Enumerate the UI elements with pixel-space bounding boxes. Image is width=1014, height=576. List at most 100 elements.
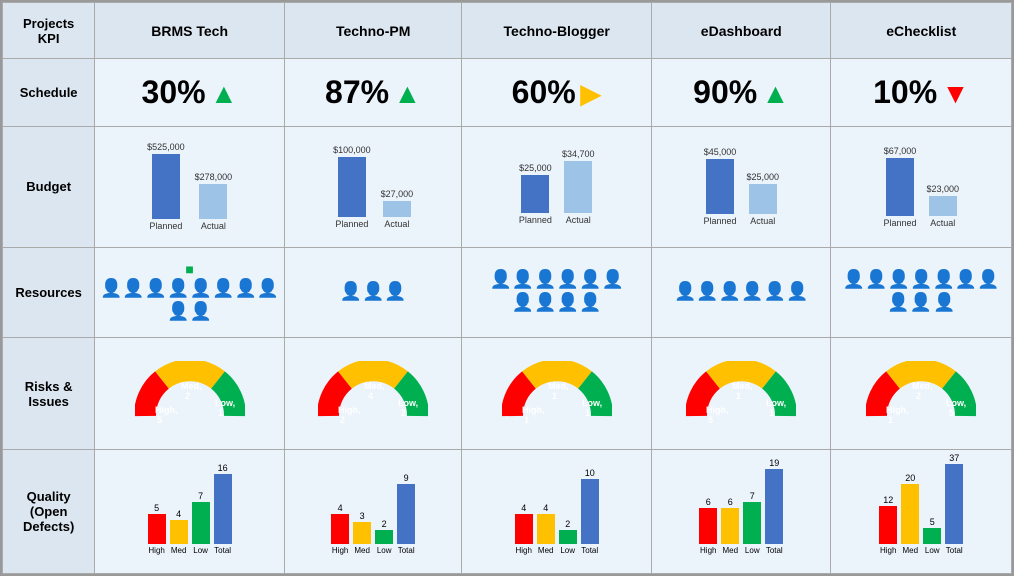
col-header-brms: BRMS Tech [95,3,285,59]
schedule-arrow-brms: ▲ [210,78,238,109]
schedule-echecklist: 10% ▼ [831,59,1012,126]
risks-label: Risks &Issues [3,337,95,449]
quality-technoblogger-high-bar [515,514,533,544]
gauge-edashboard: High, 5 Med, 1 Low, 1 [686,361,796,426]
svg-text:High,: High, [522,405,545,415]
quality-edashboard: 6 High 6 Med 7 Low 19 [652,450,831,574]
col-header-technopm: Techno-PM [284,3,461,59]
quality-technoblogger-med-bar [537,514,555,544]
budget-brms: $525,000 Planned $278,000 Actual [95,126,285,247]
budget-technoblogger-actual-bar [564,161,592,213]
svg-text:Low,: Low, [215,398,235,408]
quality-edashboard-high-bar [699,508,717,544]
svg-text:Low,: Low, [946,398,966,408]
resources-technopm: 👤👤👤 [284,248,461,338]
quality-technoblogger-total-bar [581,479,599,544]
budget-edashboard-actual-label: $25,000 [747,172,780,182]
svg-text:High,: High, [155,405,178,415]
svg-text:High,: High, [886,405,909,415]
svg-text:5: 5 [708,415,713,425]
risks-brms: High, 5 Med, 2 Low, 1 [95,337,285,449]
gauge-technopm: High, 2 Med, 4 Low, 2 [318,361,428,426]
quality-brms-low-bar [192,502,210,544]
quality-technopm-low-bar [375,530,393,544]
budget-edashboard: $45,000 Planned $25,000 Actual [652,126,831,247]
svg-text:Med,: Med, [548,381,569,391]
budget-edashboard-planned-label: $45,000 [704,147,737,157]
budget-echecklist: $67,000 Planned $23,000 Actual [831,126,1012,247]
risks-edashboard: High, 5 Med, 1 Low, 1 [652,337,831,449]
budget-technopm-planned-bar [338,157,366,217]
quality-brms: 5 High 4 Med 7 Low 16 [95,450,285,574]
resources-echecklist: 👤👤👤👤👤👤👤 👤👤 👤 [831,248,1012,338]
col-header-technoblogger: Techno-Blogger [462,3,652,59]
svg-text:High,: High, [338,405,361,415]
budget-edashboard-actual-bar [749,184,777,214]
svg-text:2: 2 [401,408,406,418]
schedule-pct-echecklist: 10% [873,74,937,110]
green-person-icon: ■ [185,261,193,277]
schedule-pct-technopm: 87% [325,74,389,110]
budget-technopm-actual-label: $27,000 [381,189,414,199]
svg-text:1: 1 [769,408,774,418]
budget-technopm-actual-bar [383,201,411,217]
budget-technoblogger-planned-label: $25,000 [519,163,552,173]
svg-text:Med,: Med, [364,381,385,391]
budget-technoblogger: $25,000 Planned $34,700 Actual [462,126,652,247]
gauge-technoblogger: High, 1 Med, 1 Low, 1 [502,361,612,426]
risks-technopm: High, 2 Med, 4 Low, 2 [284,337,461,449]
svg-text:1: 1 [736,391,741,401]
schedule-technopm: 87% ▲ [284,59,461,126]
schedule-technoblogger: 60% ▶ [462,59,652,126]
quality-technoblogger: 4 High 4 Med 2 Low 10 [462,450,652,574]
quality-edashboard-low-bar [743,502,761,544]
schedule-pct-brms: 30% [142,74,206,110]
schedule-pct-edashboard: 90% [693,74,757,110]
svg-text:1: 1 [218,408,223,418]
budget-echecklist-planned-label: $67,000 [884,146,917,156]
svg-text:Low,: Low, [766,398,786,408]
risks-echecklist: High, 1 Med, 2 Low, 5 [831,337,1012,449]
budget-echecklist-actual-label: $23,000 [926,184,959,194]
resources-label: Resources [3,248,95,338]
svg-text:Low,: Low, [398,398,418,408]
svg-text:5: 5 [949,408,954,418]
quality-technopm-med-bar [353,522,371,544]
budget-brms-actual-bar [199,184,227,219]
svg-text:1: 1 [552,391,557,401]
resources-technoblogger: 👤👤👤👤👤👤 👤👤👤👤 [462,248,652,338]
resources-brms: ■ 👤👤👤👤👤👤👤👤 👤👤 [95,248,285,338]
resources-edashboard: 👤👤👤👤👤👤 [652,248,831,338]
schedule-arrow-edashboard: ▲ [762,78,790,109]
quality-echecklist-total-bar [945,464,963,544]
schedule-arrow-technopm: ▲ [394,78,422,109]
budget-technopm-planned-label: $100,000 [333,145,371,155]
budget-edashboard-planned-bar [706,159,734,214]
svg-text:High,: High, [706,405,729,415]
svg-text:Med,: Med, [912,381,933,391]
quality-brms-high-bar [148,514,166,544]
quality-technopm-total-bar [397,484,415,544]
quality-edashboard-med-bar [721,508,739,544]
svg-text:1: 1 [585,408,590,418]
svg-text:Med,: Med, [181,381,202,391]
risks-technoblogger: High, 1 Med, 1 Low, 1 [462,337,652,449]
svg-text:Low,: Low, [582,398,602,408]
budget-technopm: $100,000 Planned $27,000 Actual [284,126,461,247]
quality-brms-total-bar [214,474,232,544]
quality-technoblogger-low-bar [559,530,577,544]
quality-echecklist-low-bar [923,528,941,544]
svg-text:5: 5 [157,415,162,425]
quality-label: Quality(Open Defects) [3,450,95,574]
budget-technoblogger-actual-label: $34,700 [562,149,595,159]
schedule-arrow-echecklist: ▼ [942,78,970,109]
budget-echecklist-actual-bar [929,196,957,216]
quality-brms-med-bar [170,520,188,544]
schedule-brms: 30% ▲ [95,59,285,126]
kpi-header: ProjectsKPI [3,3,95,59]
quality-echecklist: 12 High 20 Med 5 Low 37 [831,450,1012,574]
gauge-echecklist: High, 1 Med, 2 Low, 5 [866,361,976,426]
svg-text:2: 2 [340,415,345,425]
budget-brms-actual-label: $278,000 [195,172,233,182]
dashboard: ProjectsKPI BRMS Tech Techno-PM Techno-B… [0,0,1014,576]
